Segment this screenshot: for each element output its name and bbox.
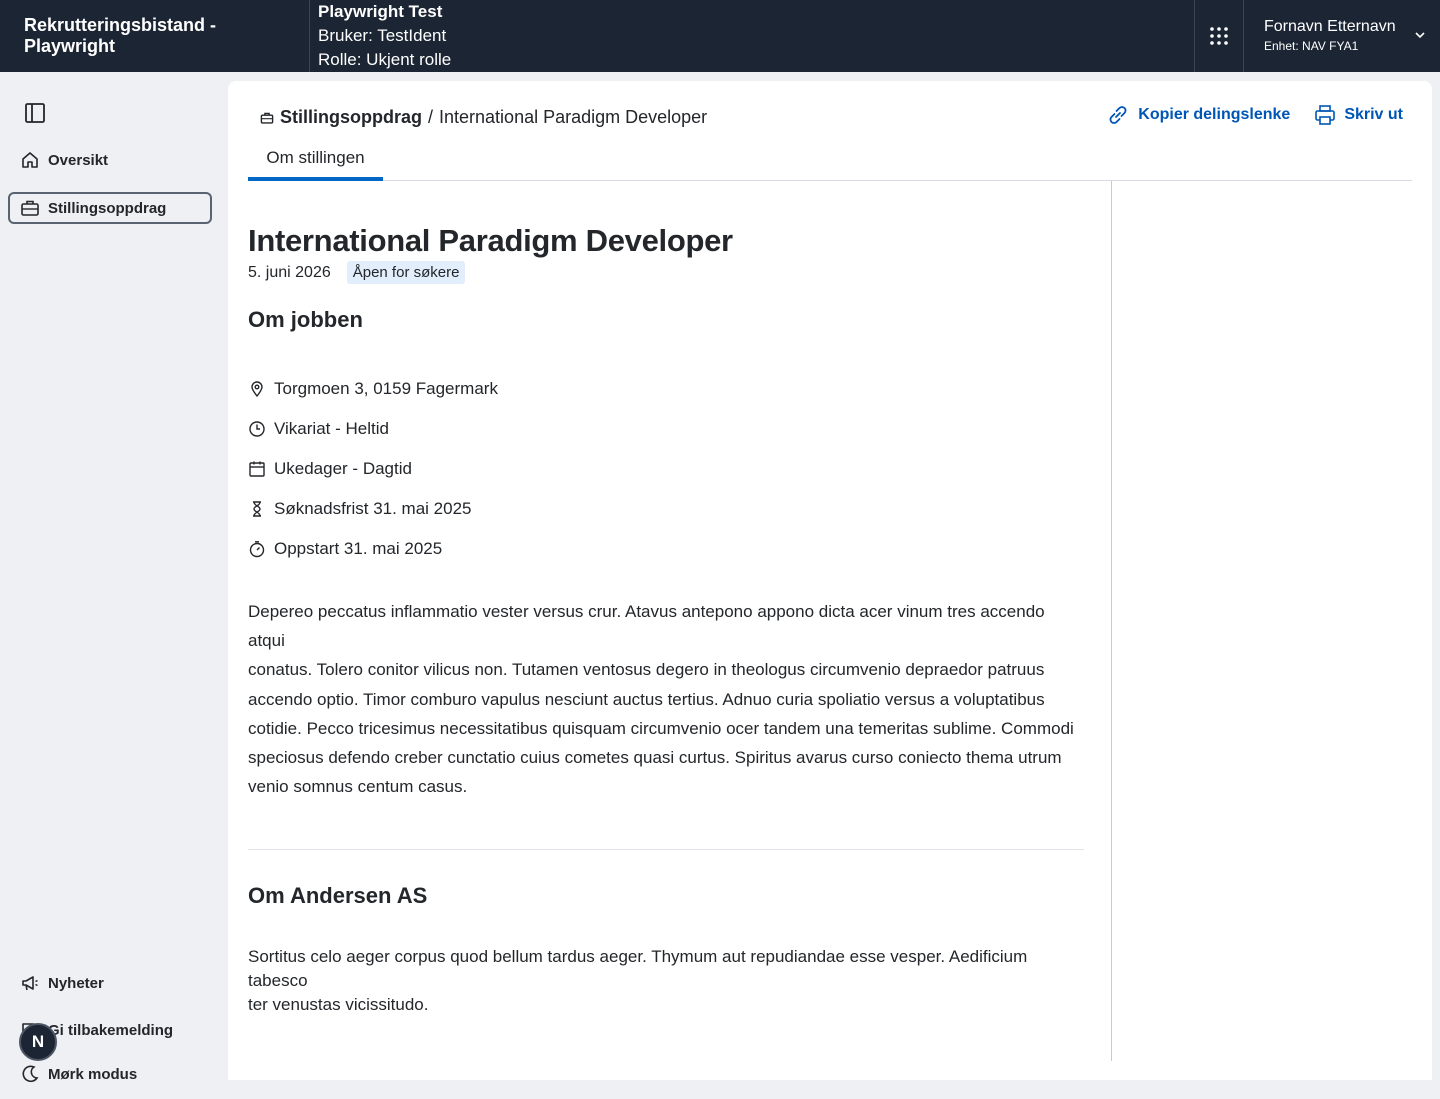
sidebar-item-label: Nyheter: [48, 974, 104, 992]
job-facts-list: Torgmoen 3, 0159 Fagermark Vikariat - He…: [248, 369, 498, 569]
fact-start-date: Oppstart 31. mai 2025: [248, 529, 498, 569]
chevron-down-icon: [1415, 32, 1425, 39]
sidebar-item-label: Oversikt: [48, 151, 109, 169]
print-label: Skriv ut: [1344, 106, 1403, 123]
stopwatch-icon: [248, 540, 266, 558]
employer-description-line: Sortitus celo aeger corpus quod bellum t…: [248, 947, 1028, 990]
printer-icon: [1315, 105, 1336, 125]
fact-employment-type: Vikariat - Heltid: [248, 409, 498, 449]
grid-icon: [1210, 27, 1228, 45]
avatar[interactable]: N: [19, 1023, 57, 1061]
sidebar-item-mork-modus[interactable]: Mørk modus: [8, 1058, 212, 1090]
breadcrumb: Stillingsoppdrag / International Paradig…: [260, 107, 707, 128]
environment-name: Playwright Test: [318, 2, 443, 21]
breadcrumb-link-stillingsoppdrag[interactable]: Stillingsoppdrag: [280, 107, 422, 128]
top-header: Rekrutteringsbistand - Playwright Playwr…: [0, 0, 1440, 72]
description-line: cotidie. Pecco tricesimus necessitatibus…: [248, 718, 1074, 738]
environment-info: Playwright Test Bruker: TestIdent Rolle:…: [310, 0, 1194, 72]
fact-text: Vikariat - Heltid: [274, 419, 389, 438]
fact-application-deadline: Søknadsfrist 31. mai 2025: [248, 489, 498, 529]
fact-text: Oppstart 31. mai 2025: [274, 539, 443, 558]
user-unit: Enhet: NAV FYA1: [1264, 39, 1359, 53]
fact-working-hours: Ukedager - Dagtid: [248, 449, 498, 489]
fact-text: Søknadsfrist 31. mai 2025: [274, 499, 472, 518]
sidebar-item-oversikt[interactable]: Oversikt: [8, 144, 212, 176]
app-switcher-button[interactable]: [1194, 0, 1244, 72]
sidebar-item-label: Stillingsoppdrag: [48, 199, 167, 217]
published-date: 5. juni 2026: [248, 263, 331, 281]
print-button[interactable]: Skriv ut: [1314, 104, 1403, 126]
status-badge: Åpen for søkere: [346, 261, 466, 284]
sidebar-item-stillingsoppdrag[interactable]: Stillingsoppdrag: [8, 192, 212, 224]
employer-description: Sortitus celo aeger corpus quod bellum t…: [248, 945, 1084, 1017]
description-line: Depereo peccatus inflammatio vester vers…: [248, 602, 1045, 651]
about-job-heading: Om jobben: [248, 307, 363, 332]
description-line: venio somnus centum casus.: [248, 777, 468, 797]
employer-description-line: ter venustas vicissitudo.: [248, 995, 429, 1014]
tab-bar: Om stillingen: [248, 139, 1412, 181]
clock-icon: [248, 420, 266, 438]
user-name: Fornavn Etternavn: [1264, 18, 1396, 35]
job-meta: 5. juni 2026 Åpen for søkere: [248, 261, 466, 284]
app-title[interactable]: Rekrutteringsbistand - Playwright: [0, 0, 310, 72]
location-pin-icon: [248, 380, 266, 398]
page-actions: Kopier delingslenke Skriv ut: [1106, 103, 1403, 127]
environment-role: Rolle: Ukjent rolle: [318, 50, 452, 69]
user-menu-button[interactable]: Fornavn Etternavn Enhet: NAV FYA1: [1244, 0, 1440, 72]
breadcrumb-separator: /: [428, 107, 434, 127]
description-line: conatus. Tolero conitor vilicus non. Tut…: [248, 660, 1045, 680]
job-details: International Paradigm Developer 5. juni…: [248, 181, 1112, 1061]
link-icon: [1109, 106, 1127, 124]
page-title: International Paradigm Developer: [248, 223, 733, 258]
environment-user: Bruker: TestIdent: [318, 26, 447, 45]
fact-text: Ukedager - Dagtid: [274, 459, 412, 478]
tab-om-stillingen[interactable]: Om stillingen: [248, 139, 383, 181]
user-info: Fornavn Etternavn Enhet: NAV FYA1: [1264, 17, 1396, 55]
description-line: speciosus defendo creber cunctatio cuius…: [248, 748, 1062, 768]
copy-share-link-button[interactable]: Kopier delingslenke: [1106, 103, 1290, 127]
sidebar-item-label: Gi tilbakemelding: [48, 1021, 174, 1039]
sidebar-toggle-button[interactable]: [24, 102, 48, 126]
sidebar-panel-icon: [25, 103, 45, 123]
fact-text: Torgmoen 3, 0159 Fagermark: [274, 379, 498, 398]
employer-heading: Om Andersen AS: [248, 883, 428, 908]
calendar-icon: [248, 460, 266, 478]
sidebar: Oversikt Stillingsoppdrag Nyheter Gi til…: [0, 72, 228, 1083]
sidebar-item-nyheter[interactable]: Nyheter: [8, 967, 212, 999]
breadcrumb-current: International Paradigm Developer: [439, 107, 708, 127]
main-content: Stillingsoppdrag / International Paradig…: [228, 81, 1432, 1080]
briefcase-icon: [20, 198, 40, 218]
briefcase-icon: [260, 112, 274, 124]
hourglass-icon: [248, 500, 266, 518]
megaphone-icon: [20, 973, 40, 993]
copy-share-link-label: Kopier delingslenke: [1138, 106, 1291, 123]
sidebar-item-label: Mørk modus: [48, 1065, 138, 1083]
fact-location: Torgmoen 3, 0159 Fagermark: [248, 369, 498, 409]
description-line: accendo optio. Timor comburo vapulus nes…: [248, 689, 1045, 709]
job-description: Depereo peccatus inflammatio vester vers…: [248, 597, 1084, 801]
house-icon: [20, 150, 40, 170]
section-divider: [248, 849, 1084, 850]
moon-icon: [20, 1064, 40, 1084]
